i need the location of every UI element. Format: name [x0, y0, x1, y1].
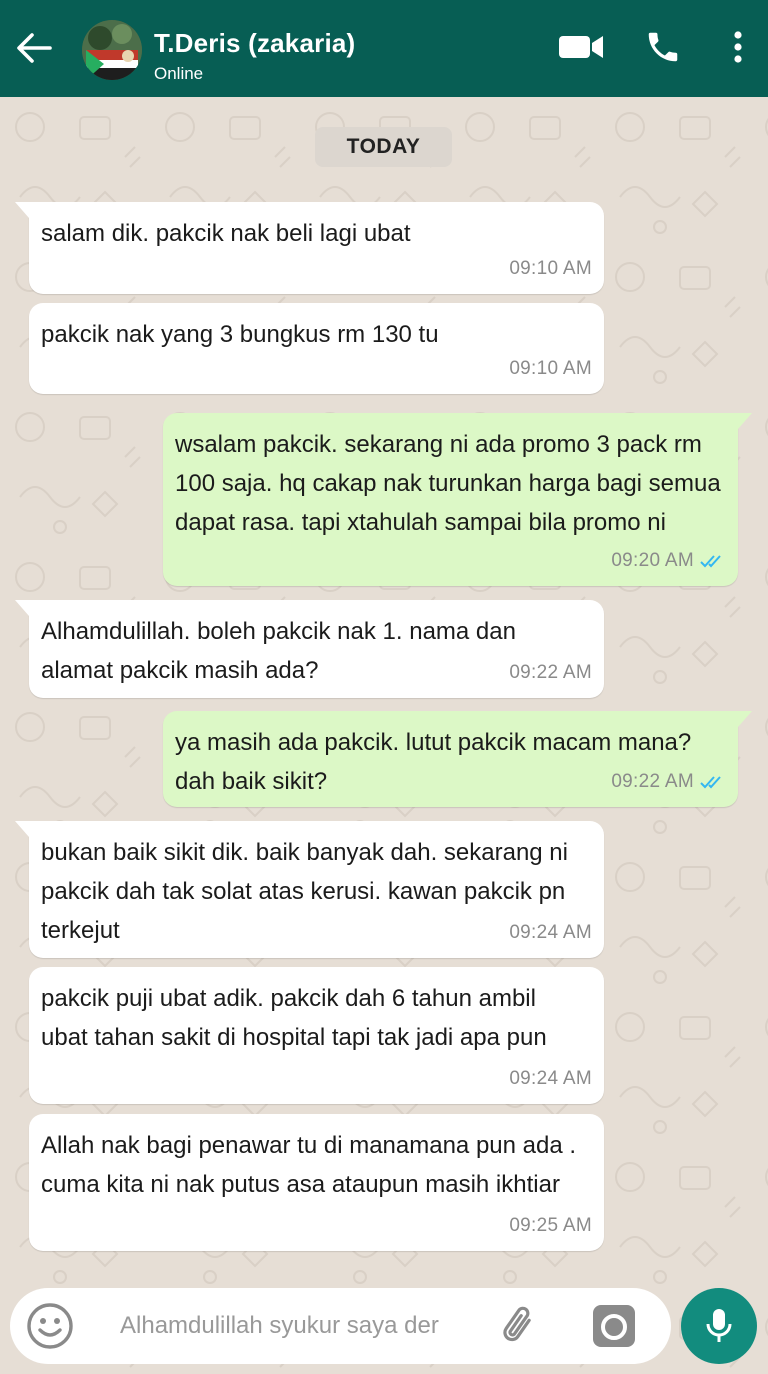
emoji-icon: [27, 1303, 73, 1349]
message-time: 09:10 AM: [509, 358, 592, 379]
camera-icon: [593, 1305, 635, 1347]
message-input[interactable]: [120, 1308, 490, 1344]
bubble-tail: [15, 821, 29, 837]
camera-button[interactable]: [590, 1302, 638, 1350]
emoji-button[interactable]: [24, 1300, 76, 1352]
contact-name[interactable]: T.Deris (zakaria): [154, 28, 355, 59]
more-vertical-icon: [734, 31, 742, 63]
bubble-tail: [15, 600, 29, 616]
message-bubble-outgoing[interactable]: ya masih ada pakcik. lutut pakcik macam …: [163, 711, 752, 807]
chat-area[interactable]: TODAY salam dik. pakcik nak beli lagi ub…: [0, 97, 768, 1374]
message-bubble-incoming[interactable]: salam dik. pakcik nak beli lagi ubat 09:…: [15, 202, 604, 294]
more-options-button[interactable]: [718, 24, 758, 70]
message-time: 09:25 AM: [509, 1215, 592, 1236]
video-camera-icon: [559, 36, 603, 58]
message-time: 09:22 AM: [611, 771, 694, 792]
video-call-button[interactable]: [556, 24, 606, 70]
message-bubble-incoming[interactable]: pakcik puji ubat adik. pakcik dah 6 tahu…: [29, 967, 604, 1104]
message-meta: 09:25 AM: [509, 1206, 592, 1245]
bubble-tail: [15, 202, 29, 218]
message-text: pakcik puji ubat adik. pakcik dah 6 tahu…: [41, 985, 547, 1051]
message-meta: 09:22 AM: [611, 762, 726, 801]
message-text: salam dik. pakcik nak beli lagi ubat: [41, 220, 411, 247]
message-time: 09:10 AM: [509, 258, 592, 279]
chat-header: T.Deris (zakaria) Online: [0, 0, 768, 97]
voice-record-button[interactable]: [681, 1288, 757, 1364]
message-meta: 09:24 AM: [509, 1059, 592, 1098]
mic-icon: [706, 1309, 732, 1342]
double-check-read-icon: [700, 554, 721, 567]
message-meta: 09:10 AM: [509, 349, 592, 388]
voice-call-button[interactable]: [640, 24, 686, 70]
contact-avatar[interactable]: [82, 20, 142, 80]
message-time: 09:22 AM: [509, 662, 592, 683]
message-meta: 09:20 AM: [611, 541, 726, 580]
date-separator: TODAY: [315, 127, 452, 167]
message-time: 09:24 AM: [509, 922, 592, 943]
paperclip-icon: [503, 1306, 531, 1342]
message-text: bukan baik sikit dik. baik banyak dah. s…: [41, 839, 568, 944]
message-time: 09:24 AM: [509, 1068, 592, 1089]
back-button[interactable]: [12, 26, 56, 70]
phone-icon: [648, 32, 678, 62]
message-composer: [10, 1288, 671, 1364]
message-text: wsalam pakcik. sekarang ni ada promo 3 p…: [175, 431, 721, 536]
message-bubble-incoming[interactable]: Allah nak bagi penawar tu di manamana pu…: [29, 1114, 604, 1251]
contact-status: Online: [154, 64, 204, 83]
double-check-read-icon: [700, 775, 721, 788]
message-text: pakcik nak yang 3 bungkus rm 130 tu: [41, 321, 439, 348]
message-bubble-incoming[interactable]: pakcik nak yang 3 bungkus rm 130 tu 09:1…: [29, 303, 604, 394]
message-meta: 09:22 AM: [509, 653, 592, 692]
bubble-tail: [738, 413, 752, 429]
message-text: Alhamdulillah. boleh pakcik nak 1. nama …: [41, 618, 516, 684]
message-time: 09:20 AM: [611, 550, 694, 571]
message-meta: 09:24 AM: [509, 913, 592, 952]
message-bubble-outgoing[interactable]: wsalam pakcik. sekarang ni ada promo 3 p…: [163, 413, 752, 586]
message-meta: 09:10 AM: [509, 249, 592, 288]
message-bubble-incoming[interactable]: Alhamdulillah. boleh pakcik nak 1. nama …: [15, 600, 604, 698]
attach-button[interactable]: [494, 1300, 546, 1352]
back-arrow-icon: [17, 33, 52, 63]
bubble-tail: [738, 711, 752, 727]
message-bubble-incoming[interactable]: bukan baik sikit dik. baik banyak dah. s…: [15, 821, 604, 958]
message-text: Allah nak bagi penawar tu di manamana pu…: [41, 1132, 577, 1198]
